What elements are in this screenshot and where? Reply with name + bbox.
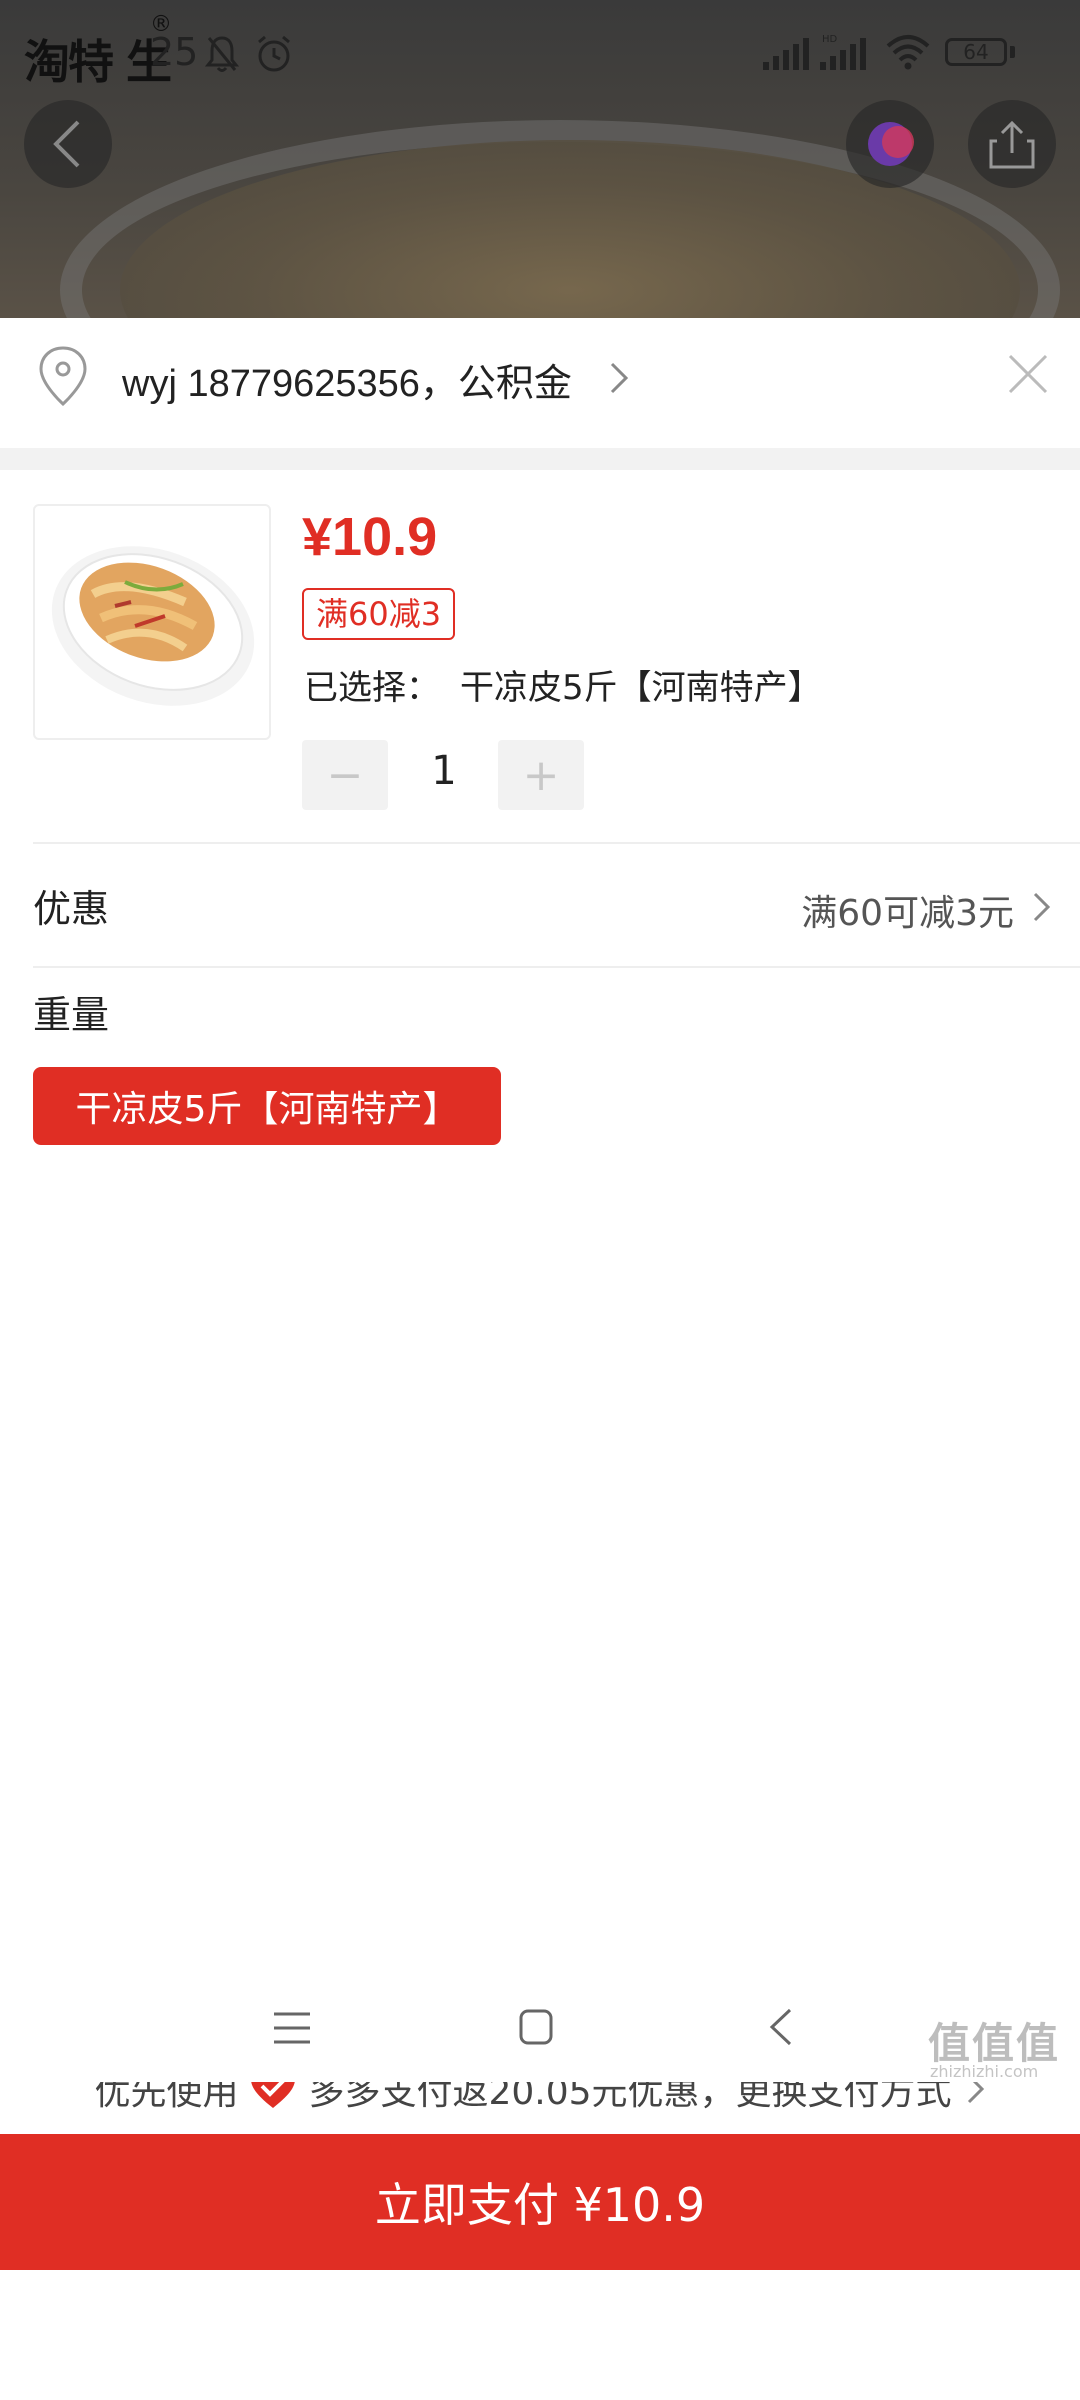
selected-value: 干凉皮5斤【河南特产】 xyxy=(460,668,822,708)
selected-spec: 已选择： 干凉皮5斤【河南特产】 xyxy=(304,660,822,709)
brand-watermark: 淘特 生 xyxy=(24,35,172,89)
svg-text:HD: HD xyxy=(822,34,838,45)
cellular-signal-icon xyxy=(763,38,809,70)
cellular-signal-hd-icon: HD xyxy=(820,34,866,70)
home-icon[interactable] xyxy=(518,2008,554,2046)
muted-bell-icon xyxy=(205,36,239,72)
back-icon[interactable] xyxy=(768,2006,794,2048)
food-image xyxy=(51,546,255,706)
promo-tag: 满60减3 xyxy=(302,588,456,640)
menu-icon[interactable] xyxy=(272,2010,312,2046)
back-button[interactable] xyxy=(24,100,112,188)
address-text[interactable]: wyj 18779625356，公积金 xyxy=(122,352,572,407)
battery-tip xyxy=(1010,46,1015,58)
system-nav-bar: 值值值 zhizhizhi.com xyxy=(0,1952,1080,2082)
discount-value[interactable]: 满60可减3元 xyxy=(801,884,1014,936)
divider xyxy=(33,966,1080,968)
product-price: ¥10.9 xyxy=(302,507,438,567)
status-time: 25 xyxy=(150,30,199,74)
quantity-decrease-button[interactable]: − xyxy=(302,740,388,810)
battery-indicator: 64 xyxy=(945,38,1007,66)
mascot-button[interactable] xyxy=(846,100,934,188)
section-divider xyxy=(0,448,1080,470)
status-bar: 淘特 生 ® 25 HD 64 xyxy=(0,0,1080,100)
pay-now-button[interactable]: 立即支付 ¥10.9 xyxy=(0,2134,1080,2270)
product-thumbnail[interactable] xyxy=(33,504,271,740)
weight-label: 重量 xyxy=(33,993,110,1037)
close-icon[interactable] xyxy=(1006,352,1050,396)
chevron-left-icon xyxy=(53,120,80,168)
quantity-value[interactable]: 1 xyxy=(420,748,468,794)
weight-option-selected[interactable]: 干凉皮5斤【河南特产】 xyxy=(33,1067,501,1145)
chevron-right-icon[interactable] xyxy=(1030,890,1052,924)
address-row[interactable]: wyj 18779625356，公积金 xyxy=(0,318,1080,448)
location-pin-icon xyxy=(39,346,87,407)
quantity-increase-button[interactable]: + xyxy=(498,740,584,810)
chevron-right-icon xyxy=(610,362,629,394)
share-icon xyxy=(989,120,1035,169)
alarm-icon xyxy=(258,35,290,72)
divider xyxy=(33,842,1080,844)
sku-selection-sheet: wyj 18779625356，公积金 ¥10.9 满60减3 已选择： 干凉皮5… xyxy=(0,318,1080,2400)
share-button[interactable] xyxy=(968,100,1056,188)
discount-label: 优惠 xyxy=(33,887,110,931)
site-watermark-url: zhizhizhi.com xyxy=(930,2062,1039,2081)
mascot-icon xyxy=(868,122,914,166)
selected-label: 已选择： xyxy=(304,668,440,708)
wifi-icon xyxy=(886,35,930,70)
